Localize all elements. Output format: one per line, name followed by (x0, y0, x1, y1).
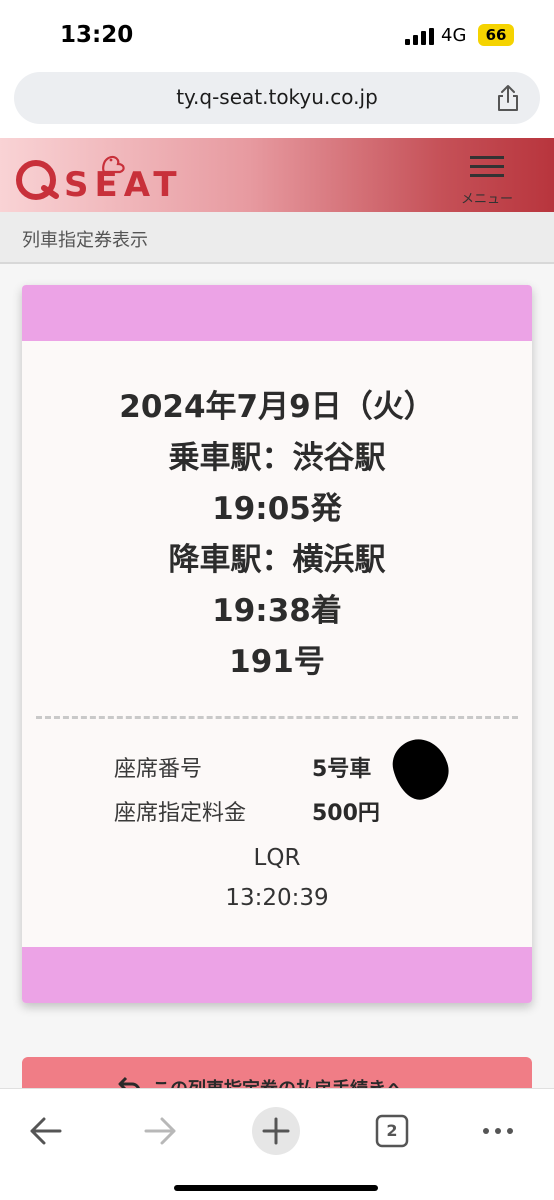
ticket-card: 2024年7月9日（火） 乗車駅：渋谷駅 19:05発 降車駅：横浜駅 19:3… (22, 285, 532, 1003)
seat-number-label: 座席番号 (114, 757, 203, 782)
alighting-station: 降車駅：横浜駅 (168, 542, 386, 578)
battery-icon: 66 (478, 24, 514, 46)
breadcrumb-text: 列車指定券表示 (22, 230, 148, 251)
ticket-band-top (22, 285, 532, 341)
qseat-logo[interactable]: SEAT (14, 150, 184, 200)
status-time: 13:20 (60, 22, 134, 48)
back-arrow-icon[interactable] (16, 1101, 76, 1161)
ticket-code: LQR (253, 845, 301, 871)
signal-icon (405, 28, 434, 45)
tab-count: 2 (386, 1121, 398, 1140)
hamburger-icon (470, 156, 504, 177)
url-text: ty.q-seat.tokyu.co.jp (176, 85, 378, 109)
share-icon[interactable] (496, 84, 520, 112)
status-bar: 13:20 4G 66 (0, 0, 554, 72)
home-indicator (174, 1185, 378, 1191)
svg-text:SEAT: SEAT (64, 165, 183, 200)
browser-url-area: ty.q-seat.tokyu.co.jp (0, 72, 554, 138)
new-tab-plus-icon[interactable] (246, 1101, 306, 1161)
boarding-station: 乗車駅：渋谷駅 (168, 440, 386, 476)
browser-toolbar: 2 (0, 1088, 554, 1200)
address-bar[interactable]: ty.q-seat.tokyu.co.jp (14, 72, 540, 124)
seat-fee-label: 座席指定料金 (114, 801, 247, 826)
arrival-time: 19:38着 (212, 593, 342, 629)
forward-arrow-icon[interactable] (130, 1101, 190, 1161)
menu-label: メニュー (460, 192, 513, 207)
menu-button[interactable]: メニュー (458, 150, 516, 207)
tabs-button[interactable]: 2 (362, 1101, 422, 1161)
departure-time: 19:05発 (212, 491, 342, 527)
seat-fee-value: 500円 (312, 801, 380, 826)
ticket-date: 2024年7月9日（火） (119, 389, 435, 425)
network-type: 4G (441, 25, 467, 46)
dashed-separator (36, 716, 518, 719)
redaction-mark (387, 733, 455, 805)
more-options-icon[interactable] (468, 1101, 528, 1161)
seat-number-value: 5号車 (312, 757, 372, 782)
train-number: 191号 (229, 644, 325, 680)
ticket-band-bottom (22, 947, 532, 1003)
breadcrumb: 列車指定券表示 (0, 212, 554, 264)
ticket-timestamp: 13:20:39 (225, 885, 329, 911)
site-header: SEAT メニュー (0, 138, 554, 212)
